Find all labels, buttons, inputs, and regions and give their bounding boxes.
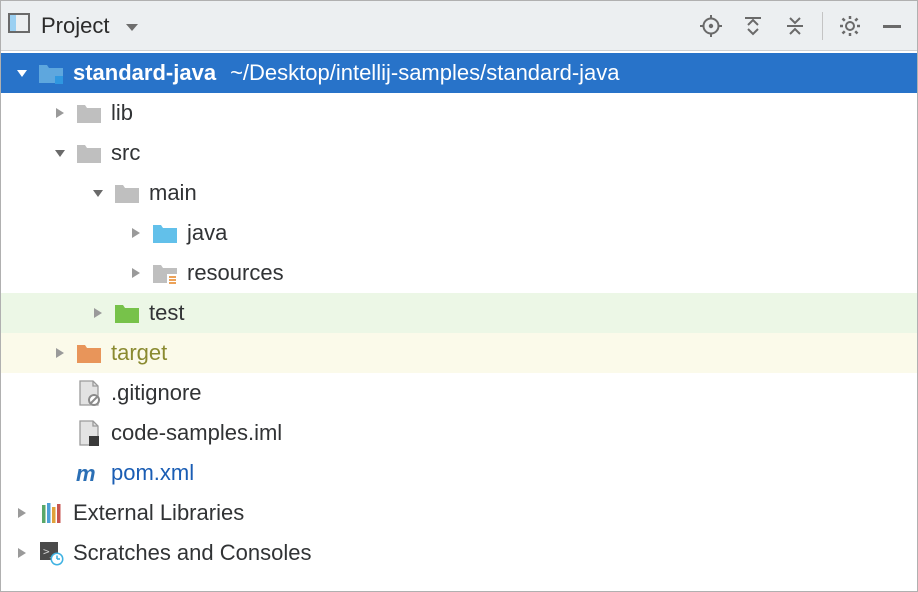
chevron-spacer <box>49 462 71 484</box>
collapse-all-button[interactable] <box>776 7 814 45</box>
tree-node-main[interactable]: main <box>1 173 917 213</box>
project-path-label: ~/Desktop/intellij-samples/standard-java <box>230 60 619 86</box>
file-label: code-samples.iml <box>111 420 282 446</box>
tree-node-gitignore[interactable]: .gitignore <box>1 373 917 413</box>
tree-node-target[interactable]: target <box>1 333 917 373</box>
chevron-right-icon[interactable] <box>11 502 33 524</box>
node-label: Scratches and Consoles <box>73 540 311 566</box>
project-view-selector[interactable]: Project <box>7 11 139 41</box>
target-icon <box>699 14 723 38</box>
ignored-file-icon <box>75 379 103 407</box>
locate-button[interactable] <box>692 7 730 45</box>
project-name-label: standard-java <box>73 60 216 86</box>
folder-label: java <box>187 220 227 246</box>
module-file-icon <box>75 419 103 447</box>
project-panel-icon <box>7 11 31 41</box>
chevron-down-icon[interactable] <box>49 142 71 164</box>
chevron-down-icon[interactable] <box>87 182 109 204</box>
folder-label: src <box>111 140 140 166</box>
chevron-down-icon[interactable] <box>11 62 33 84</box>
tree-node-pom[interactable]: m pom.xml <box>1 453 917 493</box>
project-view-title: Project <box>41 13 109 39</box>
tree-node-src[interactable]: src <box>1 133 917 173</box>
expand-all-icon <box>741 14 765 38</box>
tree-node-scratches[interactable]: >_ Scratches and Consoles <box>1 533 917 573</box>
chevron-right-icon[interactable] <box>125 222 147 244</box>
tree-node-resources[interactable]: resources <box>1 253 917 293</box>
folder-icon <box>75 139 103 167</box>
folder-label: target <box>111 340 167 366</box>
minimize-icon <box>881 15 903 37</box>
folder-icon <box>113 179 141 207</box>
chevron-spacer <box>49 422 71 444</box>
collapse-all-icon <box>783 14 807 38</box>
gear-icon <box>838 14 862 38</box>
project-header: Project <box>1 1 917 51</box>
folder-label: test <box>149 300 184 326</box>
chevron-right-icon[interactable] <box>49 342 71 364</box>
toolbar-divider <box>822 12 823 40</box>
node-label: External Libraries <box>73 500 244 526</box>
settings-button[interactable] <box>831 7 869 45</box>
file-label: pom.xml <box>111 460 194 486</box>
tree-node-lib[interactable]: lib <box>1 93 917 133</box>
project-tool-window: Project <box>0 0 918 592</box>
hide-button[interactable] <box>873 7 911 45</box>
chevron-right-icon[interactable] <box>87 302 109 324</box>
tree-node-iml[interactable]: code-samples.iml <box>1 413 917 453</box>
maven-file-icon: m <box>75 459 103 487</box>
tree-node-external-libraries[interactable]: External Libraries <box>1 493 917 533</box>
tree-node-project-root[interactable]: standard-java ~/Desktop/intellij-samples… <box>1 53 917 93</box>
tree-node-java[interactable]: java <box>1 213 917 253</box>
libraries-icon <box>37 499 65 527</box>
header-toolbar <box>692 7 911 45</box>
project-tree[interactable]: standard-java ~/Desktop/intellij-samples… <box>1 51 917 591</box>
scratch-icon: >_ <box>37 539 65 567</box>
module-folder-icon <box>37 59 65 87</box>
dropdown-triangle-icon <box>125 13 139 39</box>
chevron-right-icon[interactable] <box>49 102 71 124</box>
test-folder-icon <box>113 299 141 327</box>
source-folder-icon <box>151 219 179 247</box>
chevron-right-icon[interactable] <box>125 262 147 284</box>
chevron-spacer <box>49 382 71 404</box>
folder-label: main <box>149 180 197 206</box>
file-label: .gitignore <box>111 380 202 406</box>
resources-folder-icon <box>151 259 179 287</box>
folder-label: lib <box>111 100 133 126</box>
tree-node-test[interactable]: test <box>1 293 917 333</box>
expand-all-button[interactable] <box>734 7 772 45</box>
excluded-folder-icon <box>75 339 103 367</box>
folder-icon <box>75 99 103 127</box>
svg-text:m: m <box>76 461 96 485</box>
folder-label: resources <box>187 260 284 286</box>
chevron-right-icon[interactable] <box>11 542 33 564</box>
